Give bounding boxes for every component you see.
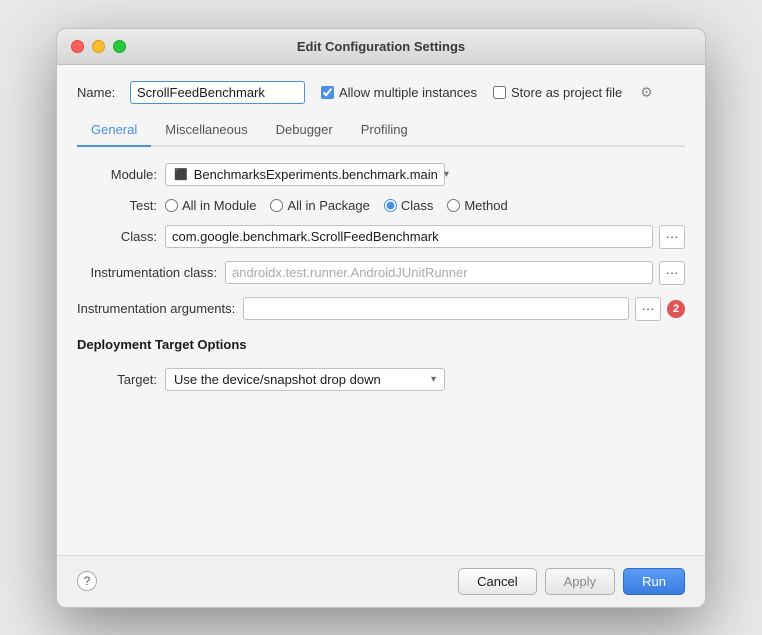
module-value: BenchmarksExperiments.benchmark.main bbox=[194, 167, 438, 182]
radio-method[interactable]: Method bbox=[447, 198, 507, 213]
class-input[interactable] bbox=[165, 225, 653, 248]
radio-all-in-package-input[interactable] bbox=[270, 199, 283, 212]
cancel-button[interactable]: Cancel bbox=[458, 568, 536, 595]
deployment-section-header: Deployment Target Options bbox=[77, 337, 685, 352]
window-title: Edit Configuration Settings bbox=[297, 39, 465, 54]
target-select[interactable]: Use the device/snapshot drop down ▾ bbox=[165, 368, 445, 391]
class-input-row: ··· bbox=[165, 225, 685, 249]
tab-miscellaneous[interactable]: Miscellaneous bbox=[151, 116, 261, 147]
module-select[interactable]: ⬛ BenchmarksExperiments.benchmark.main ▾ bbox=[165, 163, 445, 186]
tab-profiling[interactable]: Profiling bbox=[347, 116, 422, 147]
store-as-project-checkbox[interactable] bbox=[493, 86, 506, 99]
module-icon: ⬛ bbox=[174, 168, 188, 181]
help-button[interactable]: ? bbox=[77, 571, 97, 591]
radio-method-input[interactable] bbox=[447, 199, 460, 212]
radio-class-input[interactable] bbox=[384, 199, 397, 212]
instrumentation-class-browse-button[interactable]: ··· bbox=[659, 261, 685, 285]
footer-buttons: Cancel Apply Run bbox=[458, 568, 685, 595]
module-row: Module: ⬛ BenchmarksExperiments.benchmar… bbox=[77, 163, 685, 186]
minimize-button[interactable] bbox=[92, 40, 105, 53]
content-area: Name: Allow multiple instances Store as … bbox=[57, 65, 705, 555]
test-row: Test: All in Module All in Package Class bbox=[77, 198, 685, 213]
instrumentation-args-badge: 2 bbox=[667, 300, 685, 318]
instrumentation-args-browse-button[interactable]: ··· bbox=[635, 297, 661, 321]
instrumentation-args-row: Instrumentation arguments: ··· 2 bbox=[77, 297, 685, 321]
radio-all-in-module[interactable]: All in Module bbox=[165, 198, 256, 213]
tab-general[interactable]: General bbox=[77, 116, 151, 147]
target-label: Target: bbox=[77, 372, 157, 387]
target-row: Target: Use the device/snapshot drop dow… bbox=[77, 368, 685, 391]
checkbox-group: Allow multiple instances Store as projec… bbox=[321, 84, 653, 101]
instrumentation-class-label: Instrumentation class: bbox=[77, 265, 217, 280]
instrumentation-class-row: Instrumentation class: ··· bbox=[77, 261, 685, 285]
name-input[interactable] bbox=[130, 81, 305, 104]
tab-debugger[interactable]: Debugger bbox=[262, 116, 347, 147]
radio-all-in-module-input[interactable] bbox=[165, 199, 178, 212]
maximize-button[interactable] bbox=[113, 40, 126, 53]
instrumentation-args-input-row: ··· 2 bbox=[243, 297, 685, 321]
module-label: Module: bbox=[77, 167, 157, 182]
radio-all-in-package[interactable]: All in Package bbox=[270, 198, 369, 213]
radio-class[interactable]: Class bbox=[384, 198, 434, 213]
name-label: Name: bbox=[77, 85, 122, 100]
test-radio-group: All in Module All in Package Class Metho… bbox=[165, 198, 508, 213]
allow-multiple-checkbox[interactable] bbox=[321, 86, 334, 99]
name-row: Name: Allow multiple instances Store as … bbox=[77, 81, 685, 104]
allow-multiple-checkbox-item[interactable]: Allow multiple instances bbox=[321, 85, 477, 100]
run-button[interactable]: Run bbox=[623, 568, 685, 595]
target-value: Use the device/snapshot drop down bbox=[174, 372, 425, 387]
instrumentation-args-label: Instrumentation arguments: bbox=[77, 301, 235, 316]
class-browse-button[interactable]: ··· bbox=[659, 225, 685, 249]
instrumentation-class-input-row: ··· bbox=[225, 261, 685, 285]
store-as-project-checkbox-item[interactable]: Store as project file bbox=[493, 85, 622, 100]
titlebar: Edit Configuration Settings bbox=[57, 29, 705, 65]
class-row: Class: ··· bbox=[77, 225, 685, 249]
module-dropdown-arrow: ▾ bbox=[444, 169, 449, 180]
apply-button[interactable]: Apply bbox=[545, 568, 616, 595]
target-dropdown-arrow: ▾ bbox=[431, 374, 436, 385]
form-section: Module: ⬛ BenchmarksExperiments.benchmar… bbox=[77, 163, 685, 539]
allow-multiple-label: Allow multiple instances bbox=[339, 85, 477, 100]
tabs-bar: General Miscellaneous Debugger Profiling bbox=[77, 116, 685, 147]
class-label: Class: bbox=[77, 229, 157, 244]
radio-method-label: Method bbox=[464, 198, 507, 213]
gear-icon[interactable]: ⚙ bbox=[640, 84, 653, 101]
instrumentation-args-input[interactable] bbox=[243, 297, 629, 320]
main-window: Edit Configuration Settings Name: Allow … bbox=[56, 28, 706, 608]
instrumentation-class-input[interactable] bbox=[225, 261, 653, 284]
test-label: Test: bbox=[77, 198, 157, 213]
radio-all-in-module-label: All in Module bbox=[182, 198, 256, 213]
radio-all-in-package-label: All in Package bbox=[287, 198, 369, 213]
radio-class-label: Class bbox=[401, 198, 434, 213]
store-as-project-label: Store as project file bbox=[511, 85, 622, 100]
footer: ? Cancel Apply Run bbox=[57, 555, 705, 607]
traffic-lights bbox=[71, 40, 126, 53]
close-button[interactable] bbox=[71, 40, 84, 53]
